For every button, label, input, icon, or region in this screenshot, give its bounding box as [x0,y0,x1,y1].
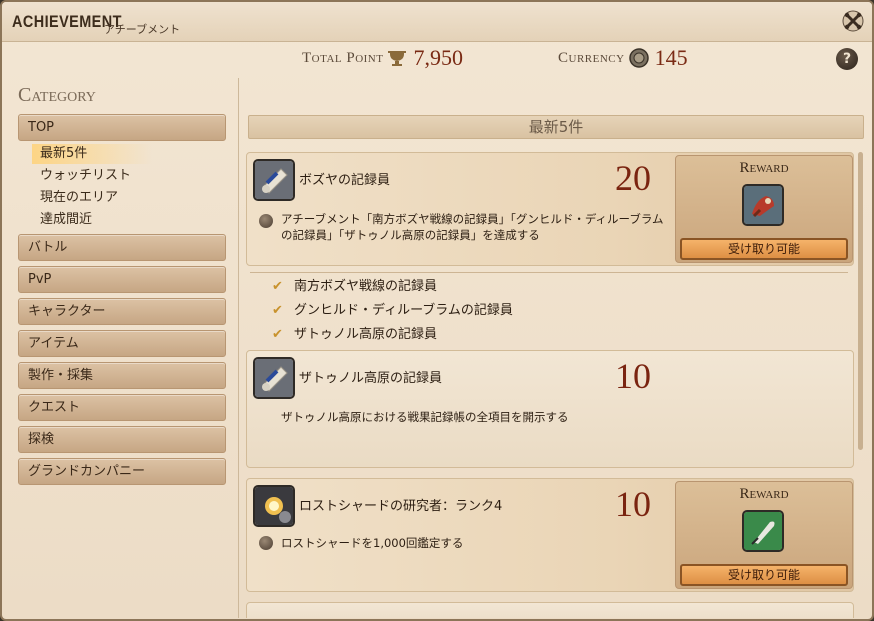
check-icon: ✔ [272,279,283,294]
sub-item-current-area[interactable]: 現在のエリア [40,188,118,208]
checklist-label: ザトゥノル高原の記録員 [294,327,438,342]
achievement-points: 10 [615,356,651,396]
achievement-card[interactable]: ロストシャードの研究者：ランク4 10 ロストシャードを1,000回鑑定する R… [246,478,854,592]
card-divider [250,272,848,273]
sub-item-latest[interactable]: 最新5件 [32,144,152,164]
description-line-1: ザトゥノル高原における戦果記録帳の全項目を開示する [281,410,569,424]
lost-shard-icon [253,485,295,527]
window-subtitle: アチーブメント [104,23,181,36]
category-top-button[interactable]: TOP [18,114,226,141]
checklist-item: ✔ ザトゥノル高原の記録員 [272,324,437,346]
achievement-name: ザトゥノル高原の記録員 [299,371,443,386]
scroll-icon [253,357,295,399]
help-icon[interactable]: ? [836,48,858,70]
category-exploration-button[interactable]: 探検 [18,426,226,453]
total-point-label: Total Point [302,49,384,66]
total-point-value: 7,950 [413,45,463,70]
category-crafting-button[interactable]: 製作・採集 [18,362,226,389]
scrollbar-thumb[interactable] [858,152,863,450]
checklist-label: グンヒルド・ディルーブラムの記録員 [294,303,513,318]
sidebar-divider [238,78,239,618]
sub-item-watchlist[interactable]: ウォッチリスト [40,166,131,186]
reward-panel: Reward 受け取り可能 [675,481,853,589]
description-line-2: の記録員」「ザトゥノル高原の記録員」を達成する [281,228,540,242]
trophy-icon [387,49,407,67]
checklist-label: 南方ボズヤ戦線の記録員 [294,279,438,294]
category-grand-company-button[interactable]: グランドカンパニー [18,458,226,485]
currency: Currency 145 [558,44,688,72]
reward-panel: Reward 受け取り可能 [675,155,853,263]
close-icon[interactable] [842,10,864,32]
description-line-1: ロストシャードを1,000回鑑定する [281,536,464,550]
currency-label: Currency [558,49,625,66]
achievement-points: 20 [615,158,651,198]
achievement-card[interactable]: ザトゥノル高原の記録員 10 ザトゥノル高原における戦果記録帳の全項目を開示する [246,350,854,468]
achievement-list[interactable]: ボズヤの記録員 20 アチーブメント「南方ボズヤ戦線の記録員」「グンヒルド・ディ… [244,148,856,618]
achievement-points: 10 [615,484,651,524]
check-icon: ✔ [272,327,283,342]
currency-value: 145 [654,45,688,70]
reward-title: Reward [739,160,789,176]
description-line-1: アチーブメント「南方ボズヤ戦線の記録員」「グンヒルド・ディルーブラム [281,212,664,226]
mount-item-icon[interactable] [742,184,784,226]
claim-reward-button[interactable]: 受け取り可能 [680,564,848,586]
achievement-card[interactable] [246,602,854,618]
category-character-button[interactable]: キャラクター [18,298,226,325]
achievement-name: ボズヤの記録員 [299,173,391,188]
category-pvp-button[interactable]: PvP [18,266,226,293]
quill-item-icon[interactable] [742,510,784,552]
category-battle-button[interactable]: バトル [18,234,226,261]
section-header: 最新5件 [248,115,864,139]
collapse-icon[interactable] [259,214,273,228]
coin-icon [628,48,649,68]
achievement-description: アチーブメント「南方ボズヤ戦線の記録員」「グンヒルド・ディルーブラム の記録員」… [281,211,664,243]
expand-icon[interactable] [259,536,273,550]
checklist-item: ✔ 南方ボズヤ戦線の記録員 [272,276,437,298]
reward-title: Reward [739,486,789,502]
checklist-item: ✔ グンヒルド・ディルーブラムの記録員 [272,300,513,322]
total-points: Total Point 7,950 [302,44,463,72]
category-item-button[interactable]: アイテム [18,330,226,357]
achievement-description: ロストシャードを1,000回鑑定する [281,535,463,551]
sub-item-near-completion[interactable]: 達成間近 [40,210,92,230]
achievement-window: ACHIEVEMENT アチーブメント Total Point 7,950 Cu… [0,0,874,621]
scroll-icon [253,159,295,201]
achievement-card[interactable]: ボズヤの記録員 20 アチーブメント「南方ボズヤ戦線の記録員」「グンヒルド・ディ… [246,152,854,266]
achievement-name: ロストシャードの研究者：ランク4 [299,499,503,514]
check-icon: ✔ [272,303,283,318]
title-bar[interactable]: ACHIEVEMENT アチーブメント [2,2,872,42]
category-quest-button[interactable]: クエスト [18,394,226,421]
achievement-description: ザトゥノル高原における戦果記録帳の全項目を開示する [281,409,569,425]
claim-reward-button[interactable]: 受け取り可能 [680,238,848,260]
category-heading: Category [18,84,96,106]
